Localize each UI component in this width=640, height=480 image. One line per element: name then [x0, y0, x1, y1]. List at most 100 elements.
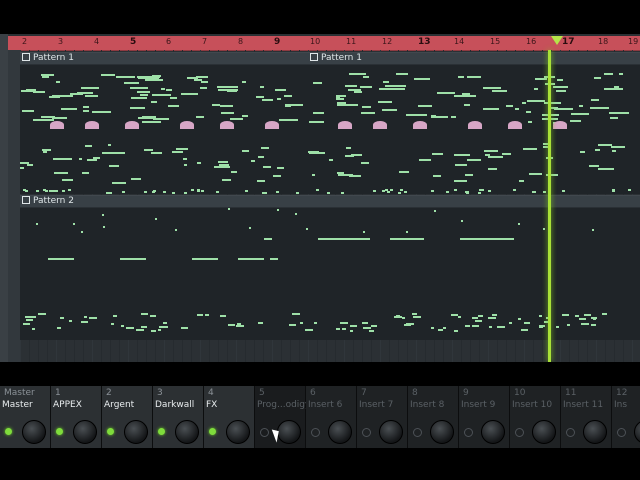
note: [144, 191, 147, 193]
mixer-channel[interactable]: 3 Darkwall: [153, 386, 204, 448]
pattern-clip[interactable]: Pattern 1: [20, 52, 308, 194]
channel-enable-led-icon[interactable]: [209, 428, 216, 435]
channel-pan-knob[interactable]: [379, 420, 403, 444]
note: [464, 104, 470, 106]
note: [488, 317, 496, 319]
note: [404, 191, 407, 193]
note: [163, 191, 166, 193]
clip-notes: [20, 208, 640, 340]
note: [513, 189, 516, 191]
note: [166, 89, 172, 91]
note: [432, 153, 443, 155]
note: [172, 151, 183, 153]
note: [151, 330, 156, 332]
note: [489, 326, 492, 328]
channel-enable-led-icon[interactable]: [311, 428, 320, 437]
note: [212, 104, 220, 106]
channel-name: Insert 7: [359, 400, 394, 410]
mixer-channel[interactable]: 10 Insert 10: [510, 386, 561, 448]
note: [137, 76, 158, 78]
note: [463, 95, 476, 97]
channel-pan-knob[interactable]: [430, 420, 454, 444]
mixer-channel[interactable]: Master Master: [0, 386, 51, 448]
note: [478, 315, 483, 317]
playlist-area[interactable]: 2 3 4 5 6 7 8 9 10 11 12 13 14 15 16 17 18 19 Pattern 1 P…: [0, 34, 640, 362]
note: [126, 327, 134, 329]
channel-enable-led-icon[interactable]: [413, 428, 422, 437]
note: [109, 192, 112, 194]
mixer-channel[interactable]: 1 APPEX: [51, 386, 102, 448]
note: [251, 160, 255, 162]
mixer-channel[interactable]: 9 Insert 9: [459, 386, 510, 448]
channel-pan-knob[interactable]: [73, 420, 97, 444]
note: [554, 108, 573, 110]
mixer-channel[interactable]: 7 Insert 7: [357, 386, 408, 448]
timeline-ruler[interactable]: 2 3 4 5 6 7 8 9 10 11 12 13 14 15 16 17 18 19: [8, 36, 640, 51]
channel-name: Darkwall: [155, 400, 195, 410]
note: [87, 159, 97, 161]
channel-pan-knob[interactable]: [22, 420, 46, 444]
channel-pan-knob[interactable]: [124, 420, 148, 444]
playhead-marker-icon[interactable]: [551, 36, 563, 45]
playhead-line[interactable]: [548, 50, 551, 362]
note: [214, 166, 230, 168]
channel-enable-led-icon[interactable]: [107, 428, 114, 435]
mixer-channel[interactable]: 11 Insert 11: [561, 386, 612, 448]
pattern-clip[interactable]: Pattern 1: [308, 52, 640, 194]
note: [571, 113, 589, 115]
timeline-tick: 3: [58, 37, 64, 46]
note: [168, 105, 179, 107]
note: [612, 190, 615, 192]
note: [484, 150, 498, 152]
channel-enable-led-icon[interactable]: [362, 428, 371, 437]
timeline-tick: 9: [274, 37, 281, 47]
mixer-channel[interactable]: 2 Argent: [102, 386, 153, 448]
note: [454, 154, 470, 156]
note: [109, 165, 119, 167]
channel-pan-knob[interactable]: [583, 420, 607, 444]
left-gutter: [0, 34, 8, 362]
channel-enable-led-icon[interactable]: [515, 428, 524, 437]
note: [38, 313, 46, 315]
channel-pan-knob[interactable]: [532, 420, 556, 444]
channel-pan-knob[interactable]: [226, 420, 250, 444]
note: [458, 76, 464, 78]
clip-header[interactable]: [20, 196, 640, 208]
note: [553, 86, 568, 88]
mixer-channel[interactable]: 4 FX: [204, 386, 255, 448]
channel-enable-led-icon[interactable]: [158, 428, 165, 435]
note: [378, 101, 392, 103]
channel-pan-knob[interactable]: [634, 420, 640, 444]
note: [431, 116, 448, 118]
daw-window: 2 3 4 5 6 7 8 9 10 11 12 13 14 15 16 17 18 19 Pattern 1 P…: [0, 0, 640, 480]
note: [396, 315, 400, 317]
note: [201, 190, 204, 192]
note: [567, 324, 570, 326]
note: [527, 100, 545, 102]
mixer-channel[interactable]: 12 Ins: [612, 386, 640, 448]
note: [137, 91, 150, 93]
mixer-channel[interactable]: 6 Insert 6: [306, 386, 357, 448]
channel-enable-led-icon[interactable]: [617, 428, 626, 437]
automation-curve: [508, 121, 522, 129]
channel-number: 3: [157, 388, 163, 398]
channel-enable-led-icon[interactable]: [56, 428, 63, 435]
note: [184, 164, 187, 166]
channel-pan-knob[interactable]: [328, 420, 352, 444]
timeline-tick: 18: [598, 37, 609, 46]
pattern-clip[interactable]: Pattern 2: [20, 195, 640, 340]
channel-enable-led-icon[interactable]: [260, 428, 269, 437]
note: [611, 146, 625, 148]
note: [506, 105, 513, 107]
channel-enable-led-icon[interactable]: [464, 428, 473, 437]
note: [361, 162, 369, 164]
channel-pan-knob[interactable]: [481, 420, 505, 444]
channel-enable-led-icon[interactable]: [5, 428, 12, 435]
note: [488, 168, 497, 170]
mixer-channel[interactable]: 8 Insert 8: [408, 386, 459, 448]
note: [431, 327, 434, 329]
note: [341, 192, 344, 194]
note: [446, 191, 449, 193]
channel-pan-knob[interactable]: [175, 420, 199, 444]
channel-enable-led-icon[interactable]: [566, 428, 575, 437]
